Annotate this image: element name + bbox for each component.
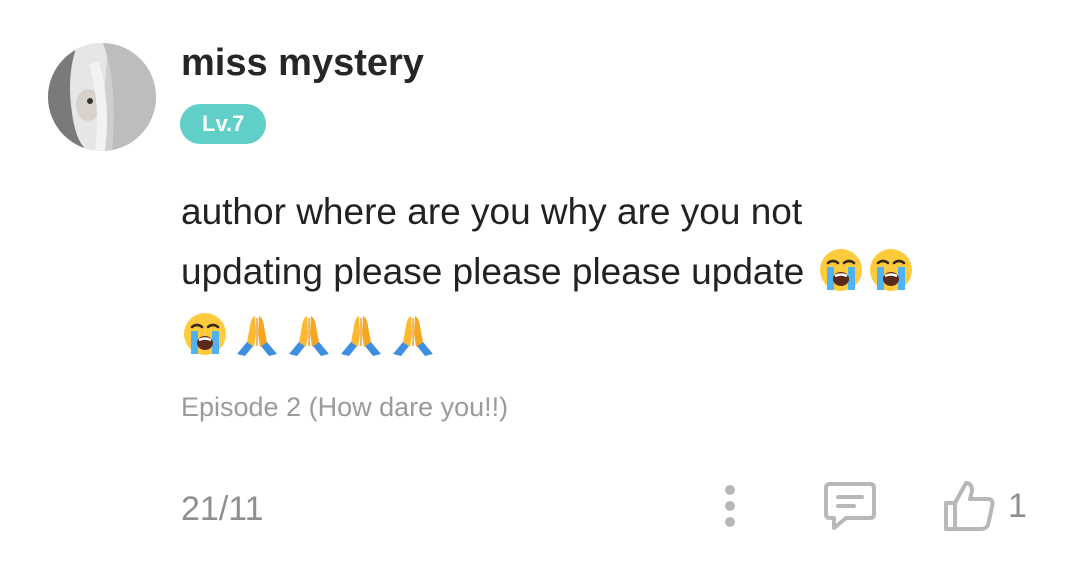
thumbs-up-icon (944, 481, 995, 531)
comment-card: miss mystery Lv.7 author where are you w… (0, 0, 1080, 572)
comment-text: author where are you why are you not upd… (181, 182, 1021, 302)
like-count: 1 (1008, 487, 1027, 525)
folded-hands-icon (233, 310, 281, 358)
folded-hands-icon (389, 310, 437, 358)
like-button[interactable]: 1 (940, 476, 1027, 536)
avatar[interactable] (48, 43, 156, 151)
loudly-crying-face-icon (181, 310, 229, 358)
level-badge: Lv.7 (180, 104, 267, 144)
loudly-crying-face-icon (817, 246, 865, 294)
loudly-crying-face-icon (867, 246, 915, 294)
comment-date: 21/11 (181, 490, 264, 528)
username[interactable]: miss mystery (181, 40, 424, 86)
emoji-row (181, 308, 437, 360)
folded-hands-icon (285, 310, 333, 358)
reply-comment-icon[interactable] (822, 478, 878, 534)
comment-text-line-2: updating please please please update (181, 251, 805, 292)
folded-hands-icon (337, 310, 385, 358)
episode-link[interactable]: Episode 2 (How dare you!!) (181, 390, 508, 424)
more-vertical-icon[interactable] (716, 482, 744, 530)
comment-text-line-1: author where are you why are you not (181, 191, 803, 232)
